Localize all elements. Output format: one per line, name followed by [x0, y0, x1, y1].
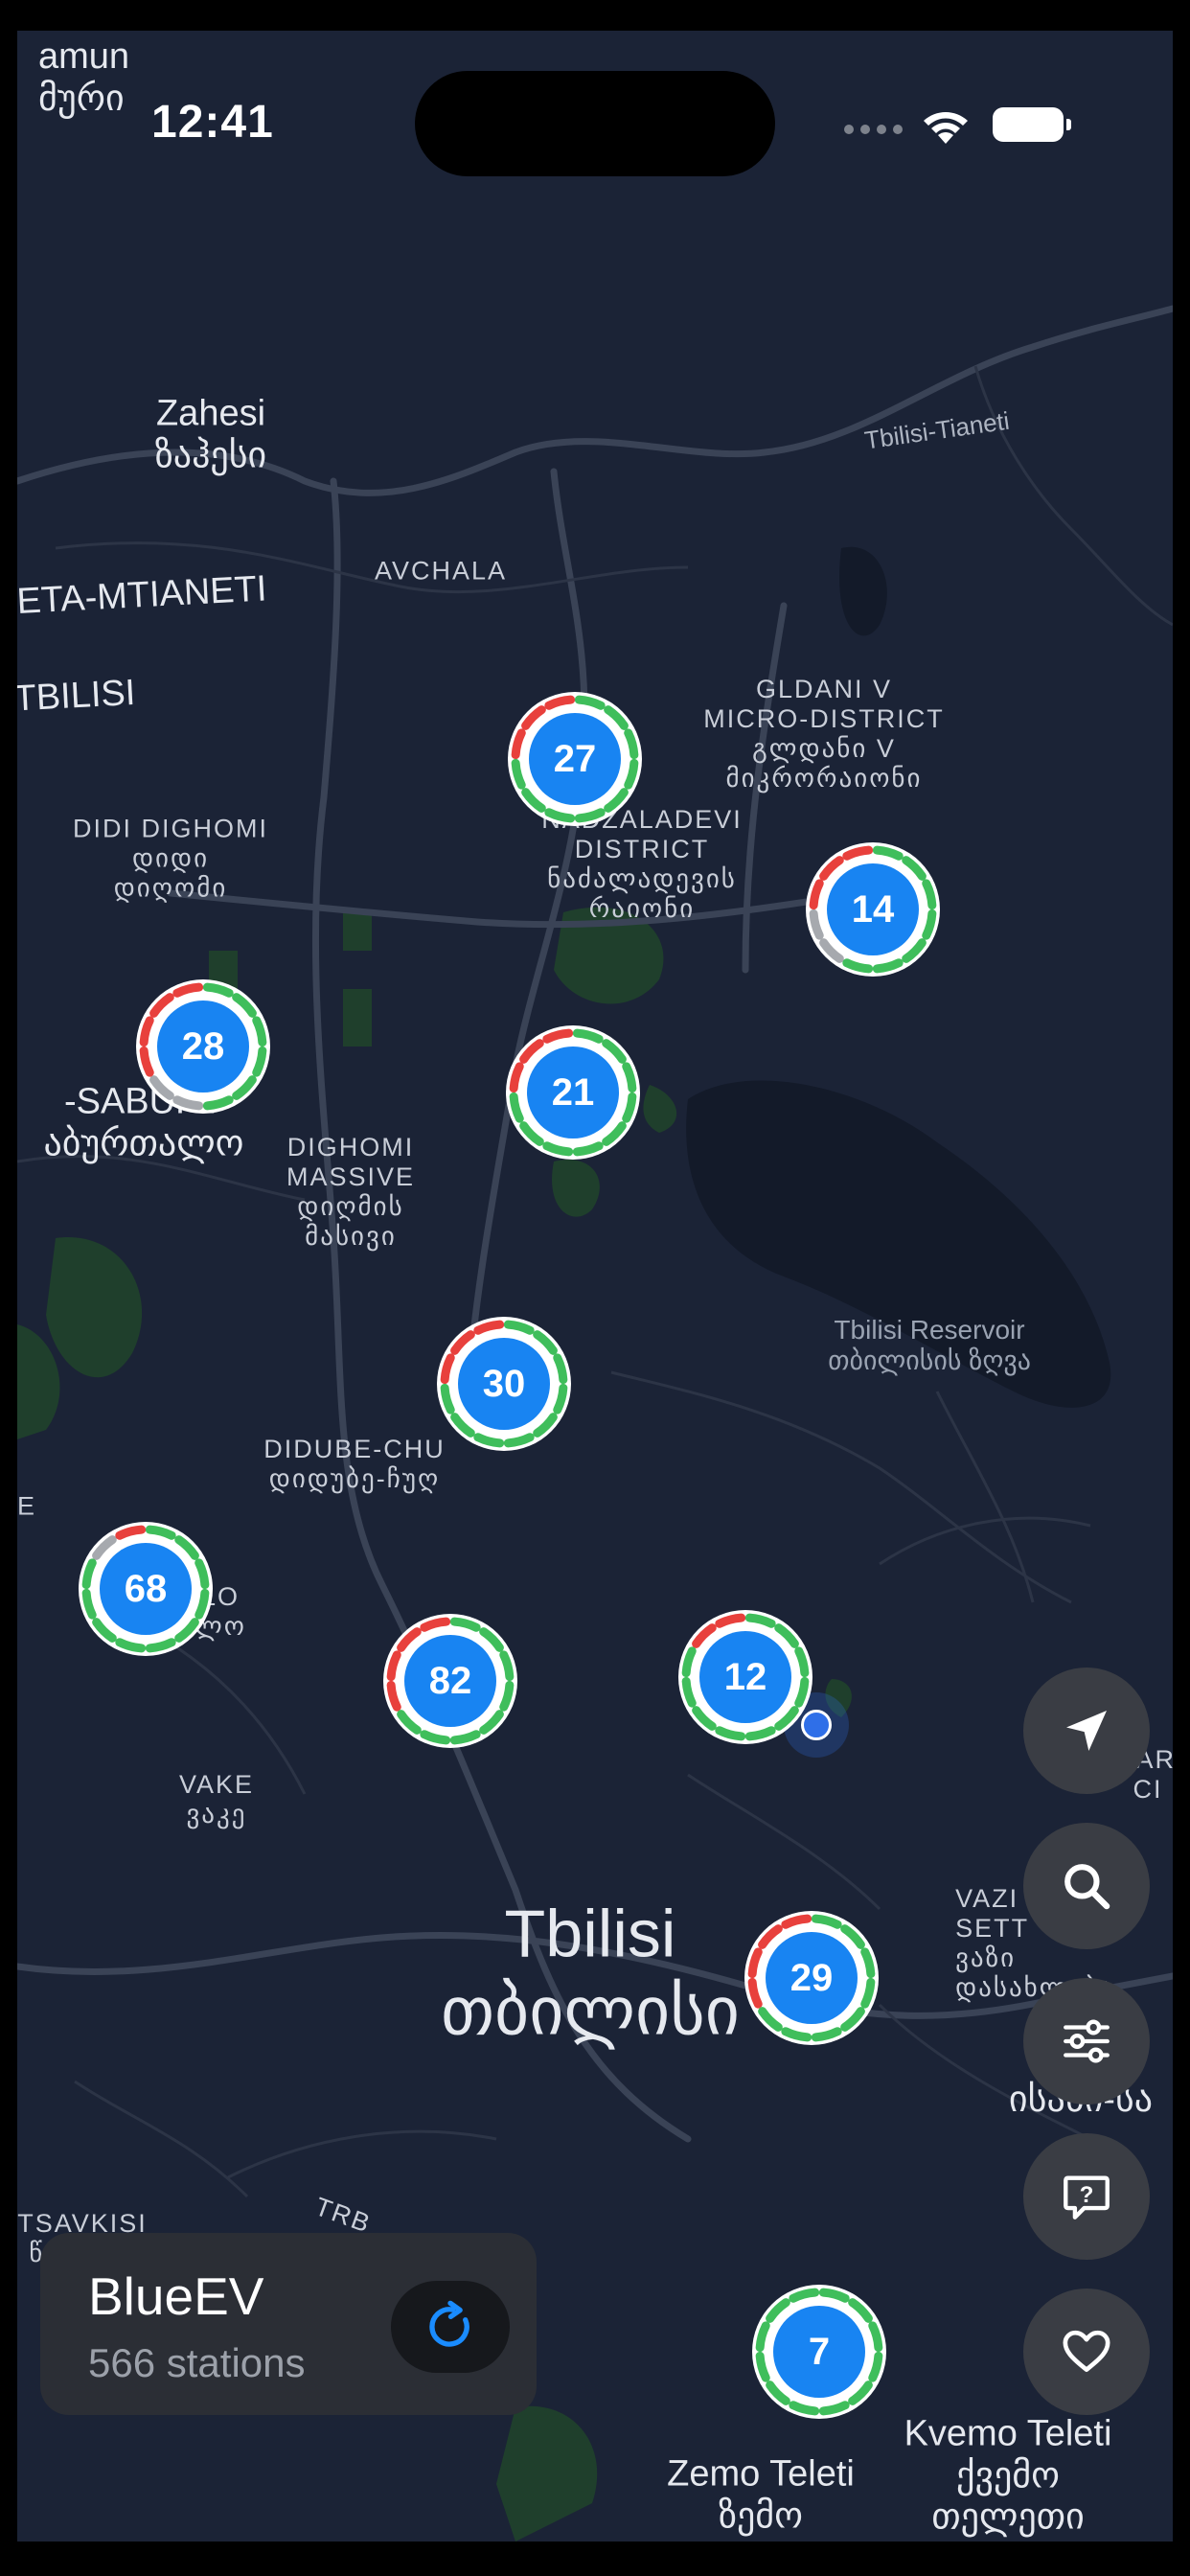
station-cluster[interactable]: 7 — [750, 2283, 888, 2421]
map-label-vake: VAKE ვაკე — [178, 1769, 255, 1828]
map-label-tbilisi-region: TBILISI — [17, 672, 137, 720]
cluster-count: 68 — [124, 1568, 168, 1610]
network-name: BlueEV — [88, 2266, 264, 2326]
status-time: 12:41 — [151, 97, 274, 148]
station-cluster[interactable]: 29 — [743, 1909, 881, 2047]
status-bar: 12:41 — [17, 31, 1173, 194]
filter-button[interactable] — [1023, 1978, 1150, 2104]
heart-icon — [1063, 2330, 1110, 2372]
map-label-tbilisi: Tbilisi თბილისი — [440, 1896, 741, 2049]
map-label-dighomi-massive: DIGHOMI MASSIVE დიღმის მასივი — [286, 1132, 416, 1252]
help-bubble-icon: ? — [1064, 2175, 1110, 2220]
map-label-didube: DIDUBE-CHU დიდუბე-ჩუღ — [263, 1434, 446, 1493]
station-cluster[interactable]: 12 — [676, 1608, 814, 1746]
cluster-count: 21 — [551, 1071, 595, 1114]
station-cluster[interactable]: 27 — [506, 690, 644, 828]
help-button[interactable]: ? — [1023, 2133, 1150, 2260]
map-view[interactable]: amun მური Zahesi ზაჰესი Tbilisi-Tianeti AV… — [17, 31, 1173, 2542]
sliders-icon — [1064, 2019, 1110, 2063]
station-count: 566 stations — [88, 2340, 306, 2385]
cluster-count: 29 — [790, 1957, 834, 1999]
cluster-count: 82 — [428, 1660, 472, 1702]
map-label-kvemo-teleti: Kvemo Teleti ქვემო თელეთი — [904, 2413, 1112, 2538]
svg-text:?: ? — [1080, 2182, 1094, 2208]
station-cluster[interactable]: 21 — [504, 1024, 642, 1162]
station-cluster[interactable]: 82 — [381, 1612, 519, 1750]
cellular-signal-icon — [844, 125, 903, 134]
map-label-gldani: GLDANI V MICRO-DISTRICT გლდანი Vმიკრორაიონ… — [703, 674, 945, 794]
locate-me-button[interactable] — [1023, 1668, 1150, 1794]
cluster-count: 30 — [482, 1363, 526, 1405]
favorites-button[interactable] — [1023, 2288, 1150, 2415]
cluster-count: 28 — [181, 1025, 225, 1068]
map-label-zahesi: Zahesi ზაჰესი — [154, 393, 267, 475]
network-info-card[interactable]: BlueEV 566 stations — [40, 2233, 537, 2415]
map-label-reservoir: Tbilisi Reservoir თბილისის ზღვა — [828, 1314, 1031, 1375]
cluster-count: 12 — [723, 1656, 767, 1698]
search-button[interactable] — [1023, 1823, 1150, 1949]
search-icon — [1064, 1864, 1110, 1910]
station-cluster[interactable]: 14 — [804, 840, 942, 978]
map-label-avchala: AVCHALA — [374, 556, 508, 586]
location-arrow-icon — [1066, 1711, 1107, 1751]
map-label-didi-dighomi: DIDI DIGHOMI დიდი დიღომი — [73, 814, 268, 903]
map-label: E — [17, 1491, 37, 1521]
wifi-icon — [924, 112, 968, 144]
map-label-zemo-teleti: Zemo Teleti ზემო — [667, 2453, 855, 2536]
cluster-count: 27 — [553, 738, 597, 780]
cluster-count: 14 — [851, 888, 895, 931]
cluster-count: 7 — [808, 2331, 831, 2373]
dynamic-island — [415, 71, 775, 176]
station-cluster[interactable]: 30 — [435, 1315, 573, 1453]
station-cluster[interactable]: 68 — [77, 1520, 215, 1658]
app-frame: amun მური Zahesi ზაჰესი Tbilisi-Tianeti AV… — [17, 31, 1173, 2542]
refresh-icon — [429, 2300, 469, 2347]
battery-icon — [993, 107, 1071, 142]
station-cluster[interactable]: 28 — [134, 978, 272, 1116]
refresh-button[interactable] — [391, 2281, 510, 2373]
